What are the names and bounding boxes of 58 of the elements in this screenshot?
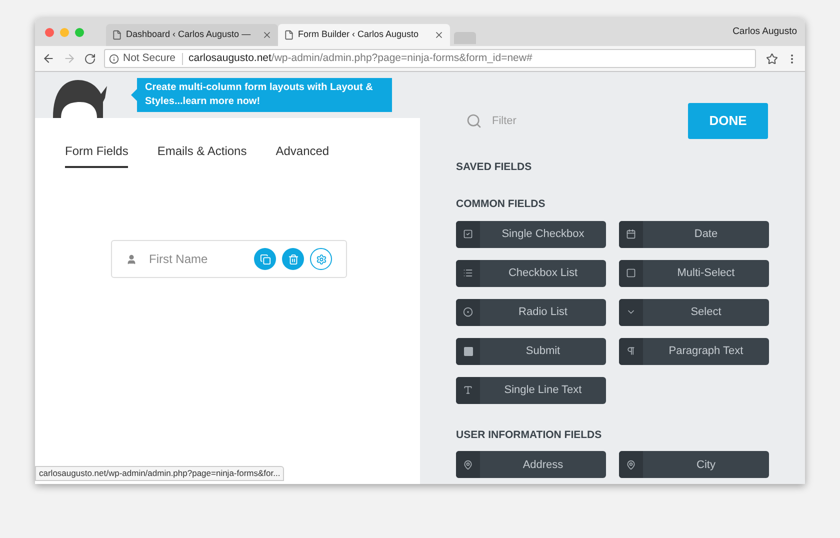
page-icon [112,30,122,40]
maximize-window-icon[interactable] [75,28,84,37]
field-button[interactable]: City [619,451,769,478]
forward-icon[interactable] [63,52,76,65]
field-button[interactable]: Checkbox List [456,260,606,286]
user-icon [126,254,137,264]
back-icon[interactable] [42,52,55,65]
field-label: First Name [149,251,208,268]
field-button[interactable]: Address [456,451,606,478]
field-button[interactable]: Single Checkbox [456,220,606,248]
pilcrow-icon [626,346,636,356]
browser-tab[interactable]: Form Builder ‹ Carlos Augusto [278,24,450,46]
map-pin-icon [626,460,636,470]
tab-title: Form Builder ‹ Carlos Augusto [298,28,420,42]
checkbox-icon [463,229,473,239]
profile-name[interactable]: Carlos Augusto [732,24,797,39]
field-button[interactable]: Radio List [456,298,606,326]
trash-icon [288,254,298,264]
builder-tab[interactable]: Form Fields [65,142,128,168]
square-icon [464,346,472,356]
bookmark-star-icon[interactable] [766,52,778,64]
url-text: carlosaugusto.net/wp-admin/admin.php?page=ninja-forms&form_id=new# [188,50,532,66]
map-pin-icon [463,460,473,470]
filter-field[interactable]: Filter [492,112,642,130]
form-field-card[interactable]: First Name [111,240,347,278]
info-icon [109,54,119,64]
close-icon[interactable] [434,30,444,40]
calendar-icon [626,229,636,239]
settings-icon [316,254,326,264]
section-heading: COMMON FIELDS [456,196,546,212]
browser-tab[interactable]: Dashboard ‹ Carlos Augusto — [106,24,278,46]
field-button[interactable]: Select [619,298,769,326]
section-heading: SAVED FIELDS [456,160,533,175]
radio-icon [463,307,473,317]
square-icon [626,268,636,278]
address-bar[interactable]: Not Secure carlosaugusto.net/wp-admin/admin.php?page=ninja-forms&form_id=new# [104,49,756,68]
field-button[interactable]: Multi-Select [619,260,769,286]
page-icon [284,30,294,40]
list-icon [463,268,473,278]
tab-title: Dashboard ‹ Carlos Augusto — [126,28,252,42]
search-icon [466,113,482,129]
close-icon[interactable] [262,30,272,40]
field-button[interactable]: Submit [456,338,606,364]
text-icon [463,385,473,395]
close-window-icon[interactable] [45,28,54,37]
duplicate-button[interactable] [254,248,276,270]
field-button[interactable]: Paragraph Text [619,338,769,364]
builder-tab[interactable]: Emails & Actions [157,142,247,168]
builder-tab[interactable]: Advanced [276,142,330,168]
settings-button[interactable] [310,248,332,270]
field-button[interactable]: Date [619,220,769,248]
status-url: carlosaugusto.net/wp-admin/admin.php?page=ninja-forms&for... [35,466,284,481]
copy-icon [260,254,270,264]
reload-icon[interactable] [84,52,96,64]
security-label: Not Secure [123,50,176,66]
section-heading: USER INFORMATION FIELDS [456,428,603,442]
field-button[interactable]: Single Line Text [456,376,606,404]
delete-button[interactable] [282,248,304,270]
